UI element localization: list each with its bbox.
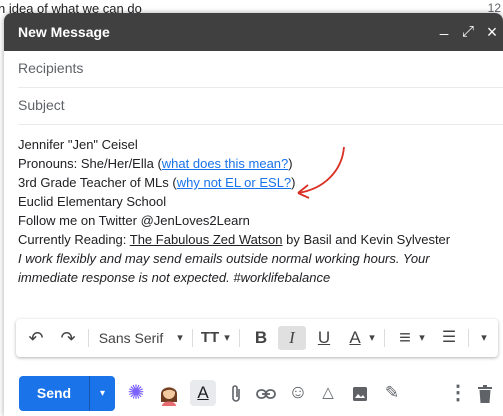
compose-title: New Message [18,24,110,40]
signature-pronouns: Pronouns: She/Her/Ella (what does this m… [18,156,293,171]
close-button[interactable]: × [483,22,501,42]
sparkle-icon[interactable]: ✺ [124,378,148,408]
toolbar-divider [192,329,193,347]
align-dropdown-icon[interactable]: ▾ [416,319,428,357]
signature-twitter: Follow me on Twitter @JenLoves2Learn [18,213,250,228]
italic-button[interactable]: I [278,326,306,350]
numbered-list-button[interactable]: ☰ [438,319,460,357]
avatar[interactable] [156,378,182,408]
font-select[interactable]: Sans Serif [96,319,166,357]
popout-button[interactable]: ⤢ [459,22,477,42]
signature-role: 3rd Grade Teacher of MLs (why not EL or … [18,175,296,190]
attach-icon[interactable] [224,378,248,408]
link-icon[interactable] [254,378,278,408]
toolbar-divider [239,329,240,347]
send-button[interactable]: Send [19,376,89,411]
signature-icon[interactable]: ✎ [380,378,404,408]
undo-button[interactable]: ↶ [22,319,50,357]
send-options-button[interactable]: ▾ [90,376,115,411]
text-color-button[interactable]: A [344,319,366,357]
more-formatting-button[interactable]: ▾ [474,319,494,357]
drive-icon[interactable]: △ [316,378,340,408]
pronouns-link[interactable]: what does this mean? [162,156,288,171]
redo-button[interactable]: ↷ [54,319,82,357]
bold-button[interactable]: B [249,319,273,357]
send-button-group[interactable]: Send ▾ [19,376,115,411]
recipients-field[interactable]: Recipients [18,51,503,88]
compose-window: New Message _ ⤢ × Recipients Subject Jen… [4,13,503,416]
photo-icon[interactable] [348,378,372,408]
signature-name: Jennifer "Jen" Ceisel [18,137,138,152]
formatting-toolbar: ↶ ↷ Sans Serif ▾ TT ▾ B I U A ▾ ≡ ▾ ☰ ▾ [16,319,498,357]
text-color-dropdown-icon[interactable]: ▾ [366,319,378,357]
align-button[interactable]: ≡ [394,319,416,357]
emoji-icon[interactable]: ☺ [286,378,310,408]
signature-reading: Currently Reading: The Fabulous Zed Wats… [18,232,451,247]
subject-placeholder: Subject [18,97,65,113]
toolbar-divider [468,329,469,347]
minimize-button[interactable]: _ [435,18,453,38]
compose-actions: Send ▾ ✺ A ☺ △ ✎ ⋮ [4,369,503,416]
underline-button[interactable]: U [312,319,336,357]
role-link[interactable]: why not EL or ESL? [177,175,291,190]
font-size-dropdown-icon[interactable]: ▾ [221,319,233,357]
signature-school: Euclid Elementary School [18,194,167,209]
subject-field[interactable]: Subject [18,88,503,125]
font-dropdown-icon[interactable]: ▾ [174,319,186,357]
book-title: The Fabulous Zed Watson [129,232,283,247]
toolbar-divider [88,329,89,347]
message-body[interactable]: Jennifer "Jen" Ceisel Pronouns: She/Her/… [18,135,488,287]
recipients-placeholder: Recipients [18,60,84,76]
delete-icon[interactable] [474,378,496,408]
more-options-icon[interactable]: ⋮ [448,378,468,408]
toolbar-divider [384,329,385,347]
font-size-button[interactable]: TT [199,319,221,357]
red-arrow-annotation [297,146,345,199]
text-format-icon[interactable]: A [190,380,216,406]
signature-note: I work flexibly and may send emails outs… [18,251,430,285]
compose-header[interactable]: New Message _ ⤢ × [4,13,503,51]
